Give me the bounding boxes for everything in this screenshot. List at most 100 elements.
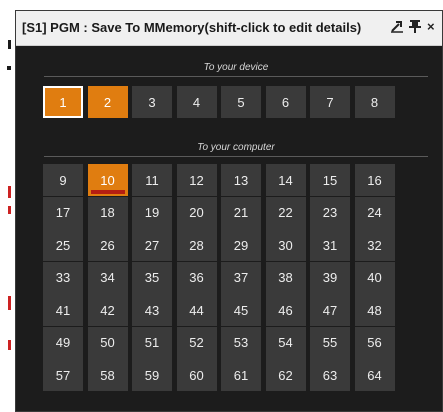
memory-slot-11[interactable]: 11 [132,164,172,196]
memory-slot-38[interactable]: 38 [265,261,306,294]
slot-number: 18 [100,205,115,220]
memory-slot-52[interactable]: 52 [176,326,217,359]
memory-slot-43[interactable]: 43 [132,294,172,326]
memory-slot-42[interactable]: 42 [87,294,128,326]
memory-slot-25[interactable]: 25 [43,229,83,261]
memory-slot-64[interactable]: 64 [354,359,395,391]
slot-number: 23 [322,205,338,220]
memory-slot-24[interactable]: 24 [354,196,395,229]
memory-slot-47[interactable]: 47 [310,294,350,326]
memory-slot-2[interactable]: 2 [87,86,128,118]
computer-section-label: To your computer [197,142,275,153]
memory-slot-56[interactable]: 56 [354,326,395,359]
memory-slot-23[interactable]: 23 [310,196,350,229]
slot-number: 45 [233,302,249,318]
slot-number: 26 [100,237,115,253]
background-mark-red [8,340,11,350]
memory-slot-16[interactable]: 16 [354,164,395,196]
memory-slot-22[interactable]: 22 [265,196,306,229]
memory-slot-53[interactable]: 53 [221,326,261,359]
memory-slot-12[interactable]: 12 [176,164,217,196]
memory-slot-59[interactable]: 59 [132,359,172,391]
memory-slot-19[interactable]: 19 [132,196,172,229]
memory-slot-18[interactable]: 18 [87,196,128,229]
memory-slot-50[interactable]: 50 [87,326,128,359]
slot-number: 3 [148,94,156,110]
slot-number: 32 [367,237,382,253]
memory-slot-9[interactable]: 9 [43,164,83,196]
memory-slot-6[interactable]: 6 [265,86,306,118]
slot-number: 5 [237,94,245,110]
slot-number: 61 [233,367,249,383]
slot-number: 31 [322,237,338,253]
memory-slot-37[interactable]: 37 [221,261,261,294]
memory-slot-1[interactable]: 1 [43,86,83,118]
slot-number: 57 [55,367,71,383]
memory-slot-45[interactable]: 45 [221,294,261,326]
memory-slot-57[interactable]: 57 [43,359,83,391]
memory-slot-55[interactable]: 55 [310,326,350,359]
memory-slot-3[interactable]: 3 [132,86,172,118]
memory-slot-41[interactable]: 41 [43,294,83,326]
memory-slot-34[interactable]: 34 [87,261,128,294]
memory-slot-48[interactable]: 48 [354,294,395,326]
slot-number: 59 [144,367,160,383]
slot-number: 41 [55,302,71,318]
memory-slot-8[interactable]: 8 [354,86,395,118]
slot-number: 10 [100,172,115,188]
memory-slot-61[interactable]: 61 [221,359,261,391]
popout-icon[interactable] [390,19,404,37]
memory-slot-29[interactable]: 29 [221,229,261,261]
slot-number: 44 [189,302,204,318]
background-mark-red [8,206,11,214]
slot-number: 33 [55,270,71,285]
slot-number: 53 [233,335,249,350]
memory-slot-10[interactable]: 10 [87,164,128,196]
slot-number: 7 [326,94,334,110]
memory-slot-27[interactable]: 27 [132,229,172,261]
memory-slot-60[interactable]: 60 [176,359,217,391]
memory-slot-44[interactable]: 44 [176,294,217,326]
slot-number: 43 [144,302,160,318]
slot-number: 48 [367,302,382,318]
memory-slot-46[interactable]: 46 [265,294,306,326]
memory-slot-58[interactable]: 58 [87,359,128,391]
memory-slot-33[interactable]: 33 [43,261,83,294]
slot-number: 2 [103,94,112,110]
memory-slot-31[interactable]: 31 [310,229,350,261]
memory-slot-21[interactable]: 21 [221,196,261,229]
slot-number: 19 [144,205,160,220]
selected-slot-underline [90,190,125,194]
memory-slot-28[interactable]: 28 [176,229,217,261]
memory-slot-39[interactable]: 39 [310,261,350,294]
memory-slot-32[interactable]: 32 [354,229,395,261]
memory-slot-5[interactable]: 5 [221,86,261,118]
memory-slot-17[interactable]: 17 [43,196,83,229]
slot-number: 17 [55,205,71,220]
memory-slot-49[interactable]: 49 [43,326,83,359]
memory-slot-7[interactable]: 7 [310,86,350,118]
memory-slot-40[interactable]: 40 [354,261,395,294]
slot-number: 22 [278,205,293,220]
memory-slot-13[interactable]: 13 [221,164,261,196]
pin-icon[interactable] [409,19,421,37]
memory-slot-62[interactable]: 62 [265,359,306,391]
memory-slot-20[interactable]: 20 [176,196,217,229]
memory-slot-4[interactable]: 4 [176,86,217,118]
memory-slot-30[interactable]: 30 [265,229,306,261]
slot-number: 30 [278,237,293,253]
slot-number: 21 [233,205,249,220]
slot-number: 35 [144,270,160,285]
memory-slot-54[interactable]: 54 [265,326,306,359]
slot-number: 1 [59,94,67,110]
memory-slot-15[interactable]: 15 [310,164,350,196]
memory-slot-63[interactable]: 63 [310,359,350,391]
memory-slot-35[interactable]: 35 [132,261,172,294]
slot-number: 25 [55,237,71,253]
memory-slot-36[interactable]: 36 [176,261,217,294]
memory-slot-14[interactable]: 14 [265,164,306,196]
memory-slot-26[interactable]: 26 [87,229,128,261]
memory-slot-51[interactable]: 51 [132,326,172,359]
background-mark [7,66,11,70]
close-icon[interactable]: × [427,19,435,35]
